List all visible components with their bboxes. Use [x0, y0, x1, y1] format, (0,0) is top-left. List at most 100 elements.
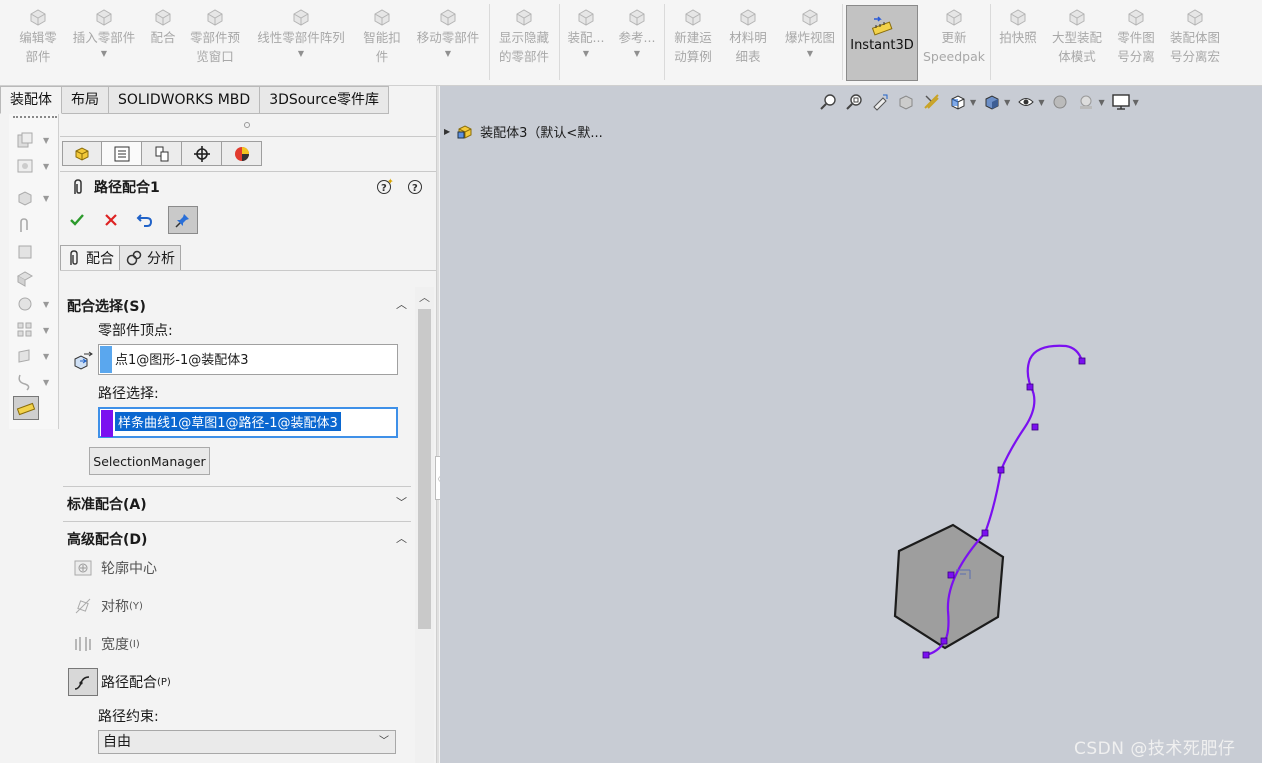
cancel-button[interactable]: [100, 209, 122, 231]
strip-hide-show[interactable]: [15, 240, 55, 264]
dropdown-arrow-icon[interactable]: ▼: [634, 49, 640, 59]
reference-geometry-button[interactable]: 参考... ▼: [619, 6, 655, 59]
ok-button[interactable]: [66, 209, 88, 231]
display-manager-tab[interactable]: [222, 141, 262, 166]
path-constraint-dropdown[interactable]: 自由 ﹀: [98, 730, 396, 754]
tab-analysis[interactable]: 分析: [120, 245, 181, 271]
linear-pattern-button[interactable]: 线性零部件阵列 ▼: [257, 6, 345, 59]
spline-point[interactable]: [997, 466, 1005, 474]
new-motion-study-button[interactable]: 新建运 动算例: [674, 6, 712, 66]
dropdown-arrow-icon[interactable]: ▼: [807, 49, 813, 59]
take-snapshot-button-label: 拍快照: [999, 30, 1037, 45]
tab-solidworks-mbd[interactable]: SOLIDWORKS MBD: [109, 86, 261, 114]
strip-assembly-feature[interactable]: [15, 266, 55, 290]
tab-assembly[interactable]: 装配体: [0, 86, 62, 114]
keep-visible-pin-button[interactable]: [168, 206, 198, 234]
selection-manager-button[interactable]: SelectionManager: [89, 447, 210, 475]
new-part-icon: [18, 191, 32, 206]
panel-scrollbar[interactable]: ︿: [415, 287, 434, 763]
section-mate-selections-heading[interactable]: 配合选择(S): [67, 296, 146, 316]
move-component-button[interactable]: 移动零部件 ▼: [417, 6, 479, 59]
profile-center-mate[interactable]: 轮廓中心: [68, 555, 157, 581]
dropdown-arrow-icon[interactable]: ▼: [101, 49, 107, 59]
width-mate[interactable]: 宽度 (I): [68, 631, 140, 657]
collapse-chevron-icon[interactable]: ︿: [396, 296, 407, 312]
bill-of-materials-button[interactable]: 材料明 细表: [729, 6, 767, 66]
symmetric-hotkey: (Y): [129, 600, 143, 612]
manager-tab-bar: [62, 141, 262, 166]
help-icon[interactable]: ?: [406, 178, 424, 196]
spline-point[interactable]: [1078, 357, 1086, 365]
whats-new-help-icon[interactable]: ?✦: [376, 178, 394, 196]
part-drawing-separate-button[interactable]: 零件图 号分离: [1117, 6, 1155, 66]
update-speedpak-button-label: 更新 Speedpak: [922, 30, 986, 64]
assembly-drawing-separate-button[interactable]: 装配体图 号分离宏: [1170, 6, 1220, 66]
strip-sketch[interactable]: ▼: [15, 370, 55, 394]
strip-pattern[interactable]: ▼: [15, 318, 55, 342]
edit-component-button[interactable]: 编辑零 部件: [19, 6, 57, 66]
component-vertex-selection-box[interactable]: 点1@图形-1@装配体3: [98, 344, 398, 375]
dropdown-arrow-icon[interactable]: ▼: [583, 49, 589, 59]
scrollbar-thumb[interactable]: [418, 309, 431, 629]
motion-study-icon: [685, 9, 701, 26]
strip-reference[interactable]: ▼: [15, 344, 55, 368]
expand-chevron-icon[interactable]: ﹀: [396, 494, 407, 510]
show-hidden-icon: [516, 9, 532, 26]
configuration-manager-tab[interactable]: [142, 141, 182, 166]
spline-point[interactable]: [940, 637, 948, 645]
smart-fasteners-button[interactable]: 智能扣 件: [363, 6, 401, 66]
insert-components-button-label: 插入零部件: [72, 30, 136, 45]
ribbon-separator: [489, 4, 490, 80]
model-graphics: [893, 344, 1086, 659]
feature-manager-tab[interactable]: [62, 141, 102, 166]
exploded-view-button[interactable]: 爆炸视图 ▼: [785, 6, 835, 59]
tab-3dsource-library[interactable]: 3DSource零件库: [260, 86, 389, 114]
dropdown-arrow-icon[interactable]: ▼: [445, 49, 451, 59]
show-hidden-button[interactable]: 显示隐藏 的零部件: [499, 6, 549, 66]
component-preview-button[interactable]: 零部件预 览窗口: [190, 6, 240, 66]
spline-point[interactable]: [1026, 383, 1034, 391]
tab-mates[interactable]: 配合: [60, 245, 120, 271]
strip-new-part[interactable]: ▼: [15, 186, 55, 210]
dimxpert-manager-tab[interactable]: [182, 141, 222, 166]
path-mate[interactable]: 路径配合 (P): [68, 668, 171, 696]
panel-grip[interactable]: [244, 122, 250, 128]
tab-analysis-label: 分析: [147, 251, 175, 267]
spline-point[interactable]: [922, 651, 930, 659]
spline-point[interactable]: [981, 529, 989, 537]
take-snapshot-button[interactable]: 拍快照: [999, 6, 1037, 47]
dropdown-arrow-icon[interactable]: ▼: [298, 49, 304, 59]
watermark-text: CSDN @技术死肥仔: [1074, 739, 1236, 759]
collapse-chevron-icon[interactable]: ︿: [396, 530, 407, 546]
tab-layout[interactable]: 布局: [62, 86, 109, 114]
section-advanced-mates-heading[interactable]: 高级配合(D): [67, 529, 147, 549]
vertex-color-swatch: [100, 346, 112, 373]
property-manager-tab[interactable]: [102, 141, 142, 166]
strip-mate[interactable]: [15, 214, 55, 238]
camera-icon: [1010, 9, 1026, 26]
undo-button[interactable]: [134, 209, 156, 231]
graphics-area[interactable]: ▼ ▼ ▼ ▼ ▼ ▶ 装配体3（默认<默... CSDN @技术死肥仔: [440, 86, 1262, 763]
strip-instant3d[interactable]: [13, 396, 39, 420]
instant3d-button[interactable]: Instant3D: [846, 5, 918, 81]
mate-button[interactable]: 配合: [150, 6, 176, 47]
edit-component-button-label: 编辑零 部件: [19, 30, 57, 64]
scroll-up-icon[interactable]: ︿: [419, 289, 430, 305]
insert-components-button[interactable]: 插入零部件 ▼: [72, 6, 136, 59]
symmetric-mate[interactable]: 对称 (Y): [68, 593, 143, 619]
assembly-features-button[interactable]: 装配... ▼: [568, 6, 604, 59]
spline-point[interactable]: [1031, 423, 1039, 431]
path-selection-box[interactable]: 样条曲线1@草图1@路径-1@装配体3: [98, 407, 398, 438]
preview-icon: [17, 159, 33, 173]
update-speedpak-button[interactable]: 更新 Speedpak: [923, 6, 985, 66]
strip-insert-component[interactable]: ▼: [15, 128, 55, 152]
strip-move[interactable]: ▼: [15, 292, 55, 316]
help-buttons: ? ✦ ?: [376, 178, 424, 196]
pane-splitter[interactable]: [436, 86, 439, 763]
large-assembly-mode-button[interactable]: 大型装配 体模式: [1052, 6, 1102, 66]
strip-preview[interactable]: ▼: [15, 154, 55, 178]
check-icon: [70, 214, 84, 226]
spline-point[interactable]: [947, 571, 955, 579]
divider: [60, 171, 436, 172]
section-standard-mates-heading[interactable]: 标准配合(A): [67, 494, 147, 514]
